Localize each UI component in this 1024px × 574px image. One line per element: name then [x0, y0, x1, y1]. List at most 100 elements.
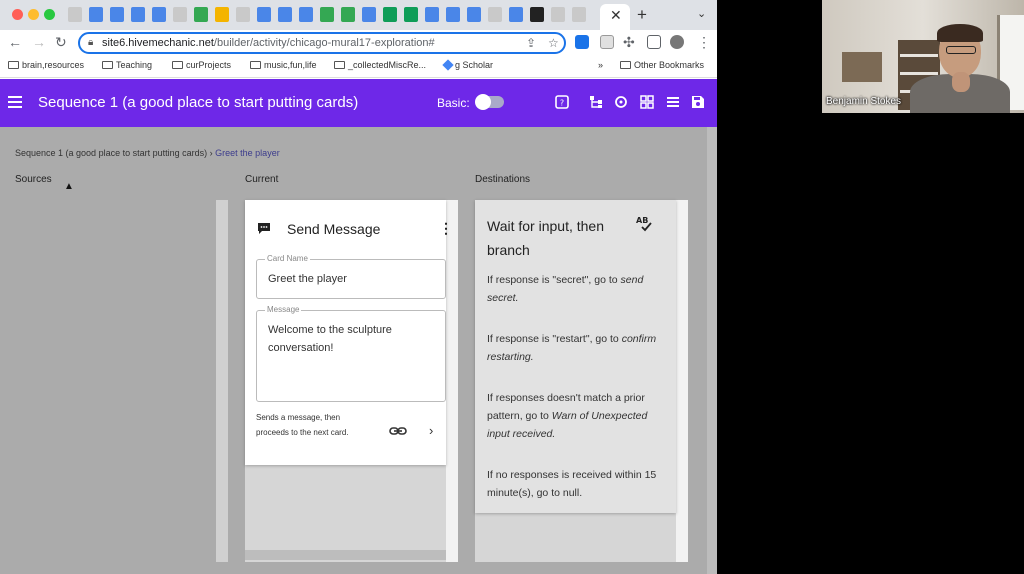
- tab-doc-icon[interactable]: [467, 7, 481, 22]
- profile-avatar[interactable]: [670, 35, 684, 49]
- webcam-video: Benjamin Stokes: [822, 0, 1024, 113]
- menu-icon[interactable]: [8, 96, 22, 108]
- close-window-button[interactable]: [12, 9, 23, 20]
- bookmark-folder[interactable]: _collectedMiscRe...: [334, 60, 426, 70]
- bookmark-star-icon[interactable]: ☆: [548, 36, 559, 50]
- person-hair: [937, 24, 983, 42]
- card-title: Send Message: [287, 221, 381, 237]
- close-tab-icon[interactable]: ✕: [610, 7, 622, 24]
- tab-doc-icon[interactable]: [278, 7, 292, 22]
- lock-icon[interactable]: 🔒︎: [88, 37, 93, 48]
- list-view-icon[interactable]: [665, 95, 681, 111]
- tree-structure-icon[interactable]: [588, 95, 604, 111]
- send-message-card[interactable]: Send Message ⋮ Card Name Greet the playe…: [245, 200, 453, 465]
- tab-doc-icon[interactable]: [509, 7, 523, 22]
- participant-name: Benjamin Stokes: [826, 96, 902, 107]
- tab-doc-icon[interactable]: [257, 7, 271, 22]
- bookmark-folder[interactable]: Other Bookmarks: [620, 60, 704, 70]
- message-value[interactable]: Welcome to the sculpture conversation!: [268, 321, 428, 357]
- chat-bubble-icon: [257, 222, 271, 240]
- browser-menu-icon[interactable]: ⋮: [697, 34, 711, 51]
- card-description: Sends a message, then proceeds to the ne…: [256, 413, 349, 437]
- restart-icon[interactable]: [613, 95, 629, 111]
- url-text[interactable]: site6.hivemechanic.net/builder/activity/…: [102, 37, 435, 49]
- message-field[interactable]: Message Welcome to the sculpture convers…: [256, 305, 446, 402]
- branch-rule-secret: If response is "secret", go to send secr…: [487, 274, 644, 304]
- destinations-lane-scrollbar[interactable]: [676, 200, 688, 562]
- forward-icon[interactable]: →: [32, 34, 46, 50]
- reload-icon[interactable]: ↻: [55, 34, 67, 51]
- tab-favicon-icon[interactable]: [551, 7, 565, 22]
- tab-sheets-icon[interactable]: [383, 7, 397, 22]
- grid-icon[interactable]: [639, 95, 655, 111]
- basic-mode-toggle[interactable]: [475, 94, 504, 110]
- folder-icon: [334, 61, 345, 69]
- tab-doc-icon[interactable]: [446, 7, 460, 22]
- tab-doc-icon[interactable]: [299, 7, 313, 22]
- card-title: Wait for input, then branch: [487, 218, 604, 258]
- bookmark-folder[interactable]: brain,resources: [8, 60, 84, 70]
- tab-favicon-icon[interactable]: [488, 7, 502, 22]
- bookmark-link[interactable]: g Scholar: [442, 59, 493, 71]
- bookmarks-bar: brain,resources Teaching curProjects mus…: [0, 56, 717, 78]
- bookmark-folder[interactable]: curProjects: [172, 60, 231, 70]
- page-title: Sequence 1 (a good place to start puttin…: [38, 94, 359, 111]
- card-name-field[interactable]: Card Name Greet the player: [256, 254, 446, 299]
- builder-canvas: Sequence 1 (a good place to start puttin…: [0, 127, 717, 574]
- card-name-label: Card Name: [265, 254, 310, 263]
- tab-doc-icon[interactable]: [362, 7, 376, 22]
- extension-icon[interactable]: [575, 35, 589, 49]
- breadcrumb-separator: ›: [209, 148, 213, 158]
- app-header: Sequence 1 (a good place to start puttin…: [0, 79, 717, 127]
- tab-slides-icon[interactable]: [215, 7, 229, 22]
- chevron-right-icon[interactable]: ›: [429, 423, 433, 438]
- tab-doc-icon[interactable]: [152, 7, 166, 22]
- current-lane: Send Message ⋮ Card Name Greet the playe…: [245, 200, 458, 562]
- wait-input-branch-card[interactable]: Wait for input, then branch AB If respon…: [475, 200, 676, 513]
- destinations-lane: Wait for input, then branch AB If respon…: [475, 200, 688, 562]
- back-icon[interactable]: ←: [8, 34, 22, 50]
- maximize-window-button[interactable]: [44, 9, 55, 20]
- help-icon[interactable]: ?: [554, 95, 570, 111]
- page-scrollbar[interactable]: [707, 127, 717, 574]
- tab-drive-icon[interactable]: [341, 7, 355, 22]
- browser-toolbar: ← → ↻ 🔒︎ site6.hivemechanic.net/builder/…: [0, 30, 717, 56]
- bookmark-folder[interactable]: Teaching: [102, 60, 152, 70]
- breadcrumb-parent[interactable]: Sequence 1 (a good place to start puttin…: [15, 148, 207, 158]
- wall-art: [842, 52, 882, 82]
- link-icon[interactable]: [389, 424, 407, 442]
- folder-icon: [102, 61, 113, 69]
- tab-doc-icon[interactable]: [131, 7, 145, 22]
- extension-icon[interactable]: [600, 35, 614, 49]
- tab-doc-icon[interactable]: [89, 7, 103, 22]
- tab-favicon-icon[interactable]: [236, 7, 250, 22]
- tab-github-icon[interactable]: [530, 7, 544, 22]
- save-icon[interactable]: [690, 95, 706, 111]
- message-label: Message: [265, 305, 302, 314]
- bookmark-folder[interactable]: music,fun,life: [250, 60, 317, 70]
- tab-doc-icon[interactable]: [425, 7, 439, 22]
- browser-window: ✕ + ⌄ ← → ↻ 🔒︎ site6.hivemechanic.net/bu…: [0, 0, 717, 574]
- current-lane-hscrollbar[interactable]: [245, 550, 446, 560]
- tab-favicon-icon[interactable]: [173, 7, 187, 22]
- tab-drive-icon[interactable]: [320, 7, 334, 22]
- breadcrumb-current[interactable]: Greet the player: [215, 148, 280, 158]
- tab-drive-icon[interactable]: [194, 7, 208, 22]
- card-menu-icon[interactable]: ⋮: [439, 220, 453, 237]
- new-tab-icon[interactable]: +: [637, 5, 647, 25]
- more-bookmarks-button[interactable]: »: [598, 60, 603, 70]
- current-lane-scrollbar[interactable]: [446, 200, 458, 562]
- address-bar[interactable]: 🔒︎ site6.hivemechanic.net/builder/activi…: [78, 32, 566, 54]
- tab-favicon-icon[interactable]: [68, 7, 82, 22]
- tab-list: [68, 7, 586, 25]
- tab-search-icon[interactable]: ⌄: [697, 7, 706, 20]
- card-name-value[interactable]: Greet the player: [268, 270, 347, 288]
- sources-column-header: Sources: [15, 174, 52, 185]
- tab-sheets-icon[interactable]: [404, 7, 418, 22]
- extensions-puzzle-icon[interactable]: ✣: [623, 34, 635, 51]
- share-icon[interactable]: ⇪: [526, 36, 536, 50]
- side-panel-icon[interactable]: [647, 35, 661, 49]
- minimize-window-button[interactable]: [28, 9, 39, 20]
- tab-doc-icon[interactable]: [110, 7, 124, 22]
- tab-favicon-icon[interactable]: [572, 7, 586, 22]
